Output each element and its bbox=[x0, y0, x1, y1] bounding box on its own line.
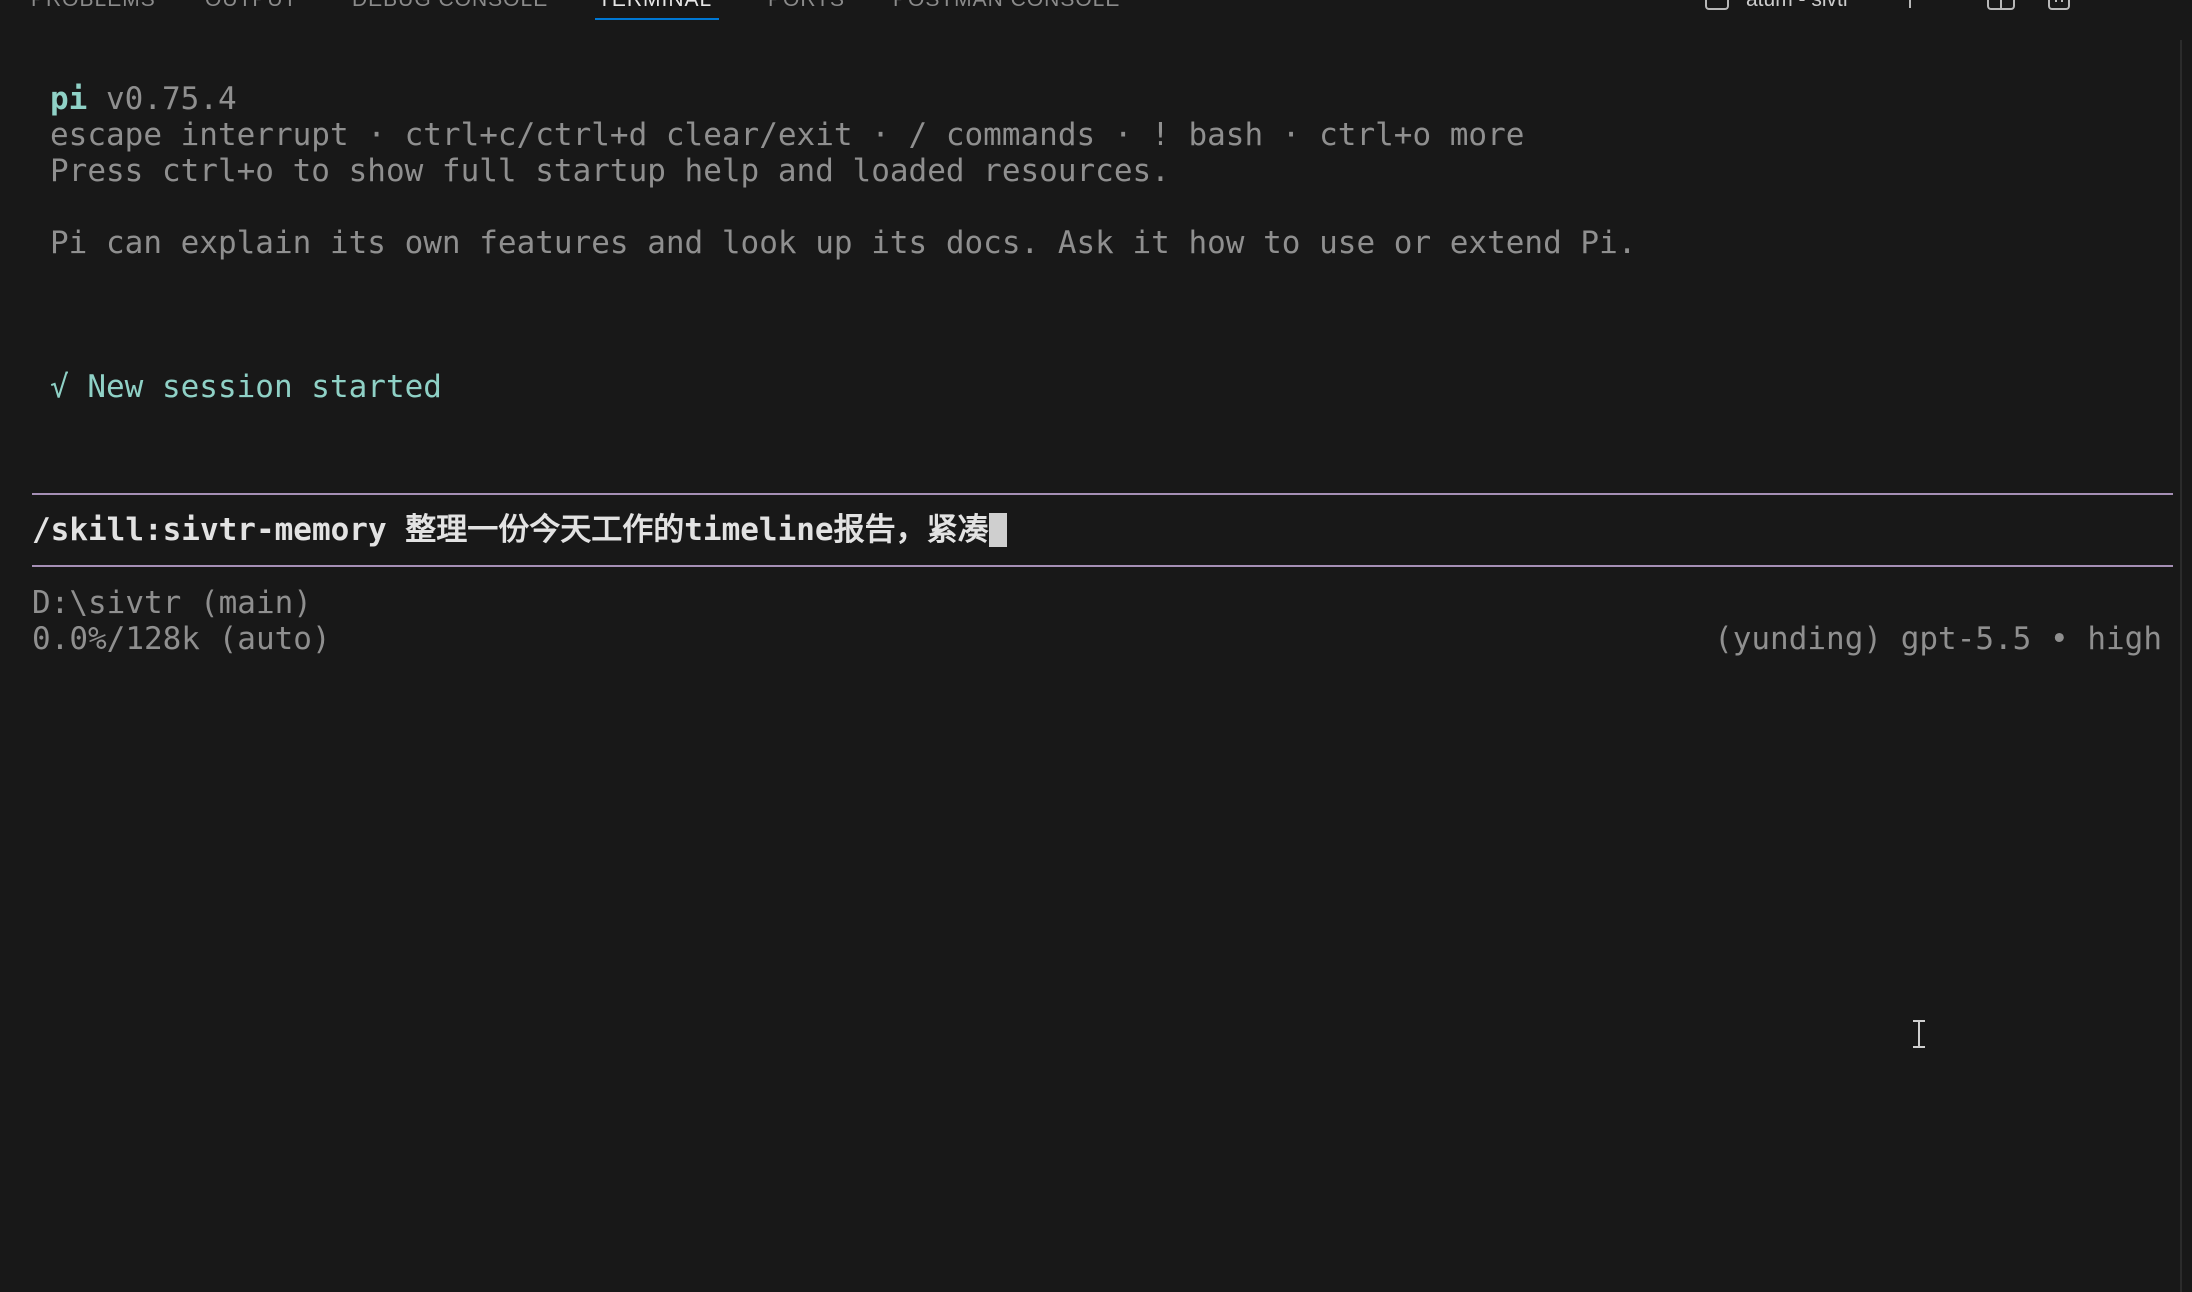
session-started-message: √ New session started bbox=[50, 369, 442, 405]
ibeam-cursor-icon bbox=[1912, 1020, 1926, 1048]
terminal-scrollbar[interactable] bbox=[2180, 40, 2190, 1292]
prompt-input[interactable]: /skill:sivtr-memory 整理一份今天工作的timeline报告，… bbox=[32, 512, 1007, 548]
prompt-input-value: /skill:sivtr-memory 整理一份今天工作的timeline报告，… bbox=[32, 512, 989, 548]
app-version: v0.75.4 bbox=[106, 81, 237, 117]
model-status: (yunding) gpt-5.5 • high bbox=[1714, 621, 2162, 657]
context-usage-status: 0.0%/128k (auto) bbox=[32, 621, 331, 657]
input-bottom-rule bbox=[32, 565, 2173, 567]
about-text: Pi can explain its own features and look… bbox=[50, 225, 1637, 261]
terminal-view[interactable]: pi v0.75.4 escape interrupt · ctrl+c/ctr… bbox=[0, 0, 2180, 1292]
text-cursor bbox=[988, 513, 1007, 547]
app-name: pi bbox=[50, 81, 88, 117]
keys-hint: escape interrupt · ctrl+c/ctrl+d clear/e… bbox=[50, 117, 1525, 153]
app-header-line: pi v0.75.4 bbox=[50, 81, 237, 117]
input-top-rule bbox=[32, 493, 2173, 495]
startup-hint: Press ctrl+o to show full startup help a… bbox=[50, 153, 1170, 189]
cwd-status: D:\sivtr (main) bbox=[32, 585, 312, 621]
